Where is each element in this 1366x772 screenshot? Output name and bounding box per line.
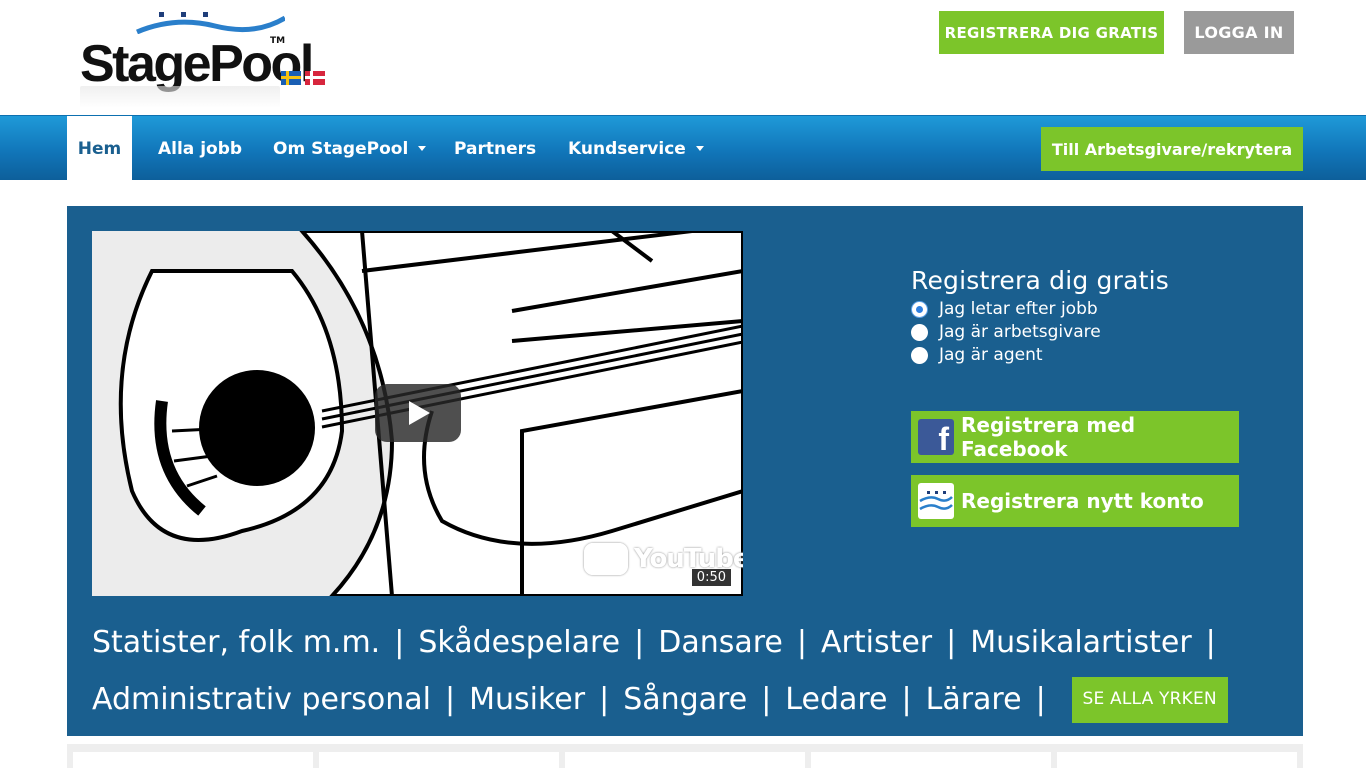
radio-label: Jag är arbetsgivare bbox=[939, 322, 1101, 342]
profession-link[interactable]: Skådespelare bbox=[418, 614, 620, 671]
radio-checked-icon[interactable] bbox=[911, 300, 928, 318]
facebook-icon: f bbox=[918, 419, 954, 455]
register-new-account-label: Registrera nytt konto bbox=[961, 489, 1204, 513]
featured-card[interactable] bbox=[319, 752, 559, 772]
logo-trademark: TM bbox=[270, 36, 286, 46]
swedish-flag-icon[interactable] bbox=[281, 71, 301, 85]
nav-item-label: Om StagePool bbox=[273, 138, 409, 159]
nav-item-label: Hem bbox=[77, 138, 122, 159]
profession-link[interactable]: Artister bbox=[821, 614, 932, 671]
nav-item-label: Partners bbox=[454, 138, 537, 159]
profession-link[interactable]: Sångare bbox=[623, 671, 747, 728]
featured-card[interactable] bbox=[1057, 752, 1297, 772]
featured-card[interactable] bbox=[811, 752, 1051, 772]
login-button[interactable]: LOGGA IN bbox=[1184, 11, 1294, 54]
see-all-professions-button[interactable]: SE ALLA YRKEN bbox=[1071, 676, 1228, 723]
register-new-account-button[interactable]: Registrera nytt konto bbox=[911, 475, 1239, 527]
main-nav: Hem Alla jobb Om StagePool Partners Kund… bbox=[0, 115, 1366, 181]
nav-item-label: Kundservice bbox=[568, 138, 686, 159]
separator: | bbox=[599, 682, 610, 717]
nav-item-about[interactable]: Om StagePool bbox=[273, 116, 427, 181]
featured-card[interactable] bbox=[565, 752, 805, 772]
professions-line-1: Statister, folk m.m. | Skådespelare | Da… bbox=[92, 614, 1272, 671]
separator: | bbox=[761, 682, 772, 717]
radio-job-seeker[interactable]: Jag letar efter jobb bbox=[911, 299, 1241, 319]
video-player[interactable]: YouTube 0:50 bbox=[92, 231, 743, 596]
separator: | bbox=[946, 625, 957, 660]
signup-title: Registrera dig gratis bbox=[911, 266, 1169, 295]
nav-item-partners[interactable]: Partners bbox=[454, 116, 536, 181]
site-header: StagePool TM REGISTRERA DIG GRATIS LOGGA… bbox=[0, 0, 1366, 115]
separator: | bbox=[901, 682, 912, 717]
caret-down-icon bbox=[695, 146, 704, 151]
signup-panel: Registrera dig gratis Jag letar efter jo… bbox=[911, 266, 1241, 527]
radio-unchecked-icon[interactable] bbox=[911, 323, 928, 341]
radio-employer[interactable]: Jag är arbetsgivare bbox=[911, 322, 1241, 342]
radio-label: Jag letar efter jobb bbox=[939, 299, 1098, 319]
profession-link[interactable]: Dansare bbox=[658, 614, 783, 671]
register-facebook-button[interactable]: f Registrera med Facebook bbox=[911, 411, 1239, 463]
radio-label: Jag är agent bbox=[939, 345, 1043, 365]
caret-down-icon bbox=[418, 146, 427, 151]
radio-agent[interactable]: Jag är agent bbox=[911, 345, 1241, 365]
nav-item-all-jobs[interactable]: Alla jobb bbox=[158, 116, 242, 181]
register-free-button[interactable]: REGISTRERA DIG GRATIS bbox=[939, 11, 1164, 54]
stagepool-logo[interactable]: StagePool TM bbox=[80, 8, 330, 108]
register-facebook-label: Registrera med Facebook bbox=[961, 413, 1136, 461]
video-duration: 0:50 bbox=[691, 569, 731, 586]
logo-reflection bbox=[80, 86, 280, 108]
featured-cards-strip bbox=[67, 744, 1303, 772]
professions-line-2: Administrativ personal | Musiker | Sånga… bbox=[92, 671, 1272, 728]
profession-link[interactable]: Ledare bbox=[785, 671, 887, 728]
nav-item-customer-service[interactable]: Kundservice bbox=[568, 116, 704, 181]
nav-item-label: Alla jobb bbox=[158, 138, 243, 159]
radio-unchecked-icon[interactable] bbox=[911, 346, 928, 364]
profession-link[interactable]: Musiker bbox=[469, 671, 585, 728]
danish-flag-icon[interactable] bbox=[305, 71, 325, 85]
youtube-play-icon bbox=[584, 543, 628, 575]
separator: | bbox=[445, 682, 456, 717]
employer-button[interactable]: Till Arbetsgivare/rekrytera bbox=[1041, 127, 1303, 171]
hero-panel: YouTube 0:50 Registrera dig gratis Jag l… bbox=[67, 206, 1303, 736]
profession-link[interactable]: Musikalartister bbox=[970, 614, 1191, 671]
featured-card[interactable] bbox=[73, 752, 313, 772]
separator: | bbox=[796, 625, 807, 660]
profession-link[interactable]: Statister, folk m.m. bbox=[92, 614, 380, 671]
stagepool-wave-icon bbox=[918, 483, 954, 519]
play-button[interactable] bbox=[375, 384, 461, 442]
separator: | bbox=[394, 625, 405, 660]
professions-list: Statister, folk m.m. | Skådespelare | Da… bbox=[92, 614, 1272, 728]
separator: | bbox=[1205, 625, 1216, 660]
separator: | bbox=[1035, 682, 1046, 717]
profession-link[interactable]: Administrativ personal bbox=[92, 671, 431, 728]
profession-link[interactable]: Lärare bbox=[926, 671, 1022, 728]
separator: | bbox=[634, 625, 645, 660]
logo-waves-icon bbox=[136, 12, 285, 34]
nav-item-home[interactable]: Hem bbox=[67, 116, 132, 181]
